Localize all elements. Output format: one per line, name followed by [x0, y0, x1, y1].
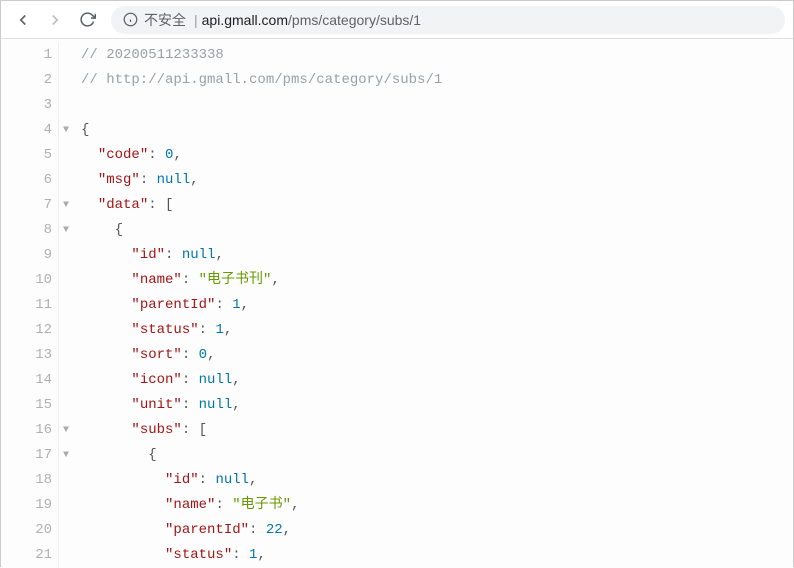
code-line: "id": null, — [81, 468, 793, 493]
line-number: 20 — [1, 518, 52, 543]
line-number: 2 — [1, 68, 52, 93]
code-line: "status": 1, — [81, 318, 793, 343]
address-bar[interactable]: 不安全 | api.gmall.com/pms/category/subs/1 — [111, 6, 785, 34]
line-number: 5 — [1, 143, 52, 168]
line-number: 7 — [1, 193, 52, 218]
info-icon — [123, 12, 138, 27]
code-line: "name": "电子书", — [81, 493, 793, 518]
code-line: "msg": null, — [81, 168, 793, 193]
fold-spacer — [59, 393, 73, 418]
fold-spacer — [59, 68, 73, 93]
code-line: "parentId": 1, — [81, 293, 793, 318]
code-line: // http://api.gmall.com/pms/category/sub… — [81, 68, 793, 93]
line-number: 3 — [1, 93, 52, 118]
code-line: "code": 0, — [81, 143, 793, 168]
back-button[interactable] — [9, 6, 37, 34]
fold-spacer — [59, 343, 73, 368]
code-line: "data": [ — [81, 193, 793, 218]
forward-button[interactable] — [41, 6, 69, 34]
code-line: // 20200511233338 — [81, 43, 793, 68]
fold-gutter: ▼▼▼▼▼ — [59, 43, 73, 568]
line-number: 12 — [1, 318, 52, 343]
code-line: { — [81, 443, 793, 468]
fold-toggle-icon[interactable]: ▼ — [59, 418, 73, 443]
code-line: "unit": null, — [81, 393, 793, 418]
line-number: 17 — [1, 443, 52, 468]
fold-spacer — [59, 268, 73, 293]
fold-toggle-icon[interactable]: ▼ — [59, 443, 73, 468]
code-line: "icon": null, — [81, 368, 793, 393]
code-line: { — [81, 218, 793, 243]
code-line: "status": 1, — [81, 543, 793, 568]
url-path: /pms/category/subs/1 — [288, 12, 421, 28]
line-number: 19 — [1, 493, 52, 518]
line-number: 8 — [1, 218, 52, 243]
fold-toggle-icon[interactable]: ▼ — [59, 218, 73, 243]
fold-toggle-icon[interactable]: ▼ — [59, 193, 73, 218]
code-line: "name": "电子书刊", — [81, 268, 793, 293]
line-number: 15 — [1, 393, 52, 418]
line-number: 4 — [1, 118, 52, 143]
fold-spacer — [59, 293, 73, 318]
fold-spacer — [59, 368, 73, 393]
fold-spacer — [59, 543, 73, 568]
address-divider: | — [194, 12, 198, 28]
url-host: api.gmall.com — [202, 12, 288, 28]
code-area[interactable]: // 20200511233338// http://api.gmall.com… — [73, 43, 793, 568]
line-number: 13 — [1, 343, 52, 368]
fold-spacer — [59, 468, 73, 493]
line-number: 11 — [1, 293, 52, 318]
code-line: "sort": 0, — [81, 343, 793, 368]
fold-spacer — [59, 93, 73, 118]
code-line: "subs": [ — [81, 418, 793, 443]
fold-spacer — [59, 518, 73, 543]
security-label: 不安全 — [144, 10, 186, 30]
json-viewer: 123456789101112131415161718192021 ▼▼▼▼▼ … — [1, 39, 793, 568]
fold-spacer — [59, 168, 73, 193]
fold-spacer — [59, 243, 73, 268]
reload-button[interactable] — [73, 6, 101, 34]
line-number: 21 — [1, 543, 52, 568]
code-line: "id": null, — [81, 243, 793, 268]
line-number: 1 — [1, 43, 52, 68]
fold-spacer — [59, 43, 73, 68]
line-number: 18 — [1, 468, 52, 493]
line-number: 6 — [1, 168, 52, 193]
browser-toolbar: 不安全 | api.gmall.com/pms/category/subs/1 — [1, 1, 793, 39]
line-number: 9 — [1, 243, 52, 268]
fold-spacer — [59, 143, 73, 168]
code-line: "parentId": 22, — [81, 518, 793, 543]
line-number: 10 — [1, 268, 52, 293]
code-line — [81, 93, 793, 118]
fold-spacer — [59, 318, 73, 343]
fold-spacer — [59, 493, 73, 518]
line-number: 16 — [1, 418, 52, 443]
line-number-gutter: 123456789101112131415161718192021 — [1, 43, 59, 568]
line-number: 14 — [1, 368, 52, 393]
code-line: { — [81, 118, 793, 143]
fold-toggle-icon[interactable]: ▼ — [59, 118, 73, 143]
